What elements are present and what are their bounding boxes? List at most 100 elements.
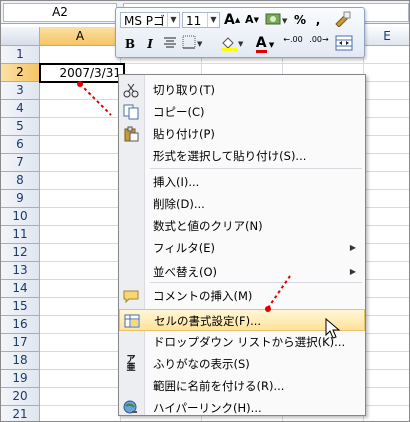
row-header-6[interactable]: 6	[1, 136, 40, 154]
menu-item-14[interactable]: ハイパーリンク(H)...	[119, 397, 365, 419]
menu-item-12[interactable]: ア亜 ふりがなの表示(S)	[119, 353, 365, 375]
context-menu: 切り取り(T) コピー(C) 貼り付け(P) 形式を選択して貼り付け(S)... 挿入(…	[118, 74, 366, 416]
menu-item-2[interactable]: 貼り付け(P)	[119, 123, 365, 145]
row-header-17[interactable]: 17	[1, 334, 40, 352]
submenu-arrow-icon: ▶	[349, 267, 356, 276]
row-header-1[interactable]: 1	[1, 46, 40, 64]
format-cells-icon	[124, 313, 140, 329]
menu-item-7[interactable]: フィルタ(E) ▶	[119, 237, 365, 259]
menu-item-13[interactable]: 範囲に名前を付ける(R)...	[119, 375, 365, 397]
menu-item-label: コピー(C)	[153, 105, 205, 119]
chevron-down-icon[interactable]: ▼	[167, 13, 179, 27]
font-name-box[interactable]: MS Pゴ ▼	[120, 12, 180, 28]
center-align-button[interactable]	[162, 35, 178, 53]
svg-text:▼: ▼	[197, 40, 203, 48]
font-size-box[interactable]: 11 ▼	[182, 12, 220, 28]
row-header-4[interactable]: 4	[1, 100, 40, 118]
row-header-5[interactable]: 5	[1, 118, 40, 136]
shrink-font-button[interactable]: A▼	[244, 11, 260, 29]
menu-item-label: セルの書式設定(F)...	[154, 314, 262, 328]
select-all-corner[interactable]	[1, 27, 40, 45]
scissors-icon	[123, 82, 139, 98]
font-color-button[interactable]: A ▼	[252, 34, 278, 53]
grow-font-button[interactable]: A▲	[224, 11, 240, 29]
borders-icon: ▼	[182, 35, 203, 49]
font-name-value: MS Pゴ	[124, 14, 166, 28]
comma-style-button[interactable]: ,	[312, 11, 324, 29]
row-header-12[interactable]: 12	[1, 244, 40, 262]
menu-item-label: 数式と値のクリア(N)	[153, 219, 263, 233]
submenu-arrow-icon: ▶	[349, 243, 356, 252]
menu-item-label: ふりがなの表示(S)	[153, 357, 250, 371]
menu-item-label: 削除(D)...	[153, 197, 205, 211]
column-header-e[interactable]: E	[364, 27, 409, 45]
svg-text:▼: ▼	[282, 17, 288, 25]
row-header-20[interactable]: 20	[1, 388, 40, 406]
copy-icon	[123, 104, 139, 120]
italic-button[interactable]: I	[142, 35, 158, 53]
menu-item-label: ドロップダウン リストから選択(K)...	[153, 335, 346, 349]
decrease-decimal-button[interactable]: .00→	[308, 35, 330, 53]
mouse-cursor-icon	[325, 318, 341, 339]
menu-item-9[interactable]: コメントの挿入(M)	[119, 285, 365, 307]
menu-item-label: 切り取り(T)	[153, 83, 215, 97]
merge-center-icon	[335, 35, 353, 51]
menu-item-label: 貼り付け(P)	[153, 127, 215, 141]
svg-text:▼: ▼	[238, 40, 244, 48]
font-size-value: 11	[186, 14, 202, 28]
accounting-format-icon: ▼	[265, 13, 288, 25]
menu-item-label: 挿入(I)...	[153, 175, 200, 189]
font-color-icon: A	[255, 35, 267, 53]
bold-button[interactable]: B	[122, 35, 138, 53]
row-header-19[interactable]: 19	[1, 370, 40, 388]
menu-separator	[150, 168, 362, 169]
hyperlink-icon	[123, 400, 139, 416]
paste-icon	[123, 126, 139, 142]
format-painter-button[interactable]	[330, 11, 354, 29]
mini-toolbar: MS Pゴ ▼ 11 ▼ A▲ A▼ ▼ % , B I ▼ ▼ A ▼ ←.0…	[115, 7, 365, 58]
menu-item-4[interactable]: 挿入(I)...	[119, 171, 365, 193]
menu-item-6[interactable]: 数式と値のクリア(N)	[119, 215, 365, 237]
row-header-11[interactable]: 11	[1, 226, 40, 244]
menu-item-3[interactable]: 形式を選択して貼り付け(S)...	[119, 145, 365, 167]
row-header-14[interactable]: 14	[1, 280, 40, 298]
annotation-line	[79, 83, 112, 116]
format-painter-icon	[335, 11, 351, 28]
row-header-8[interactable]: 8	[1, 172, 40, 190]
menu-item-label: 範囲に名前を付ける(R)...	[153, 379, 285, 393]
menu-item-0[interactable]: 切り取り(T)	[119, 79, 365, 101]
align-center-icon	[164, 37, 176, 48]
row-header-13[interactable]: 13	[1, 262, 40, 280]
menu-item-label: コメントの挿入(M)	[153, 289, 253, 303]
row-header-16[interactable]: 16	[1, 316, 40, 334]
annotation-line	[267, 275, 291, 309]
row-header-10[interactable]: 10	[1, 208, 40, 226]
menu-item-label: フィルタ(E)	[153, 241, 216, 255]
fill-color-icon: ▼	[221, 37, 244, 51]
menu-item-label: 形式を選択して貼り付け(S)...	[153, 149, 307, 163]
furigana-icon: ア亜	[126, 355, 136, 373]
comment-icon	[123, 288, 139, 304]
accounting-format-button[interactable]: ▼	[264, 11, 288, 29]
menu-item-1[interactable]: コピー(C)	[119, 101, 365, 123]
row-header-15[interactable]: 15	[1, 298, 40, 316]
row-header-21[interactable]: 21	[1, 406, 40, 421]
fill-color-button[interactable]: ▼	[220, 35, 246, 53]
row-header-2[interactable]: 2	[1, 64, 40, 82]
name-box[interactable]: A2	[3, 3, 117, 22]
column-header-a[interactable]: A	[40, 27, 121, 45]
row-header-18[interactable]: 18	[1, 352, 40, 370]
percent-style-button[interactable]: %	[292, 11, 308, 29]
increase-decimal-button[interactable]: ←.00	[282, 35, 304, 53]
borders-button[interactable]: ▼	[182, 35, 206, 53]
menu-item-8[interactable]: 並べ替え(O) ▶	[119, 261, 365, 283]
chevron-down-icon[interactable]: ▼	[207, 13, 219, 27]
menu-item-label: ハイパーリンク(H)...	[153, 401, 262, 415]
row-header-7[interactable]: 7	[1, 154, 40, 172]
menu-item-5[interactable]: 削除(D)...	[119, 193, 365, 215]
row-header-9[interactable]: 9	[1, 190, 40, 208]
cell-a2[interactable]: 2007/3/31	[39, 63, 125, 83]
row-header-3[interactable]: 3	[1, 82, 40, 100]
menu-item-label: 並べ替え(O)	[153, 265, 218, 279]
merge-center-button[interactable]	[334, 35, 354, 53]
